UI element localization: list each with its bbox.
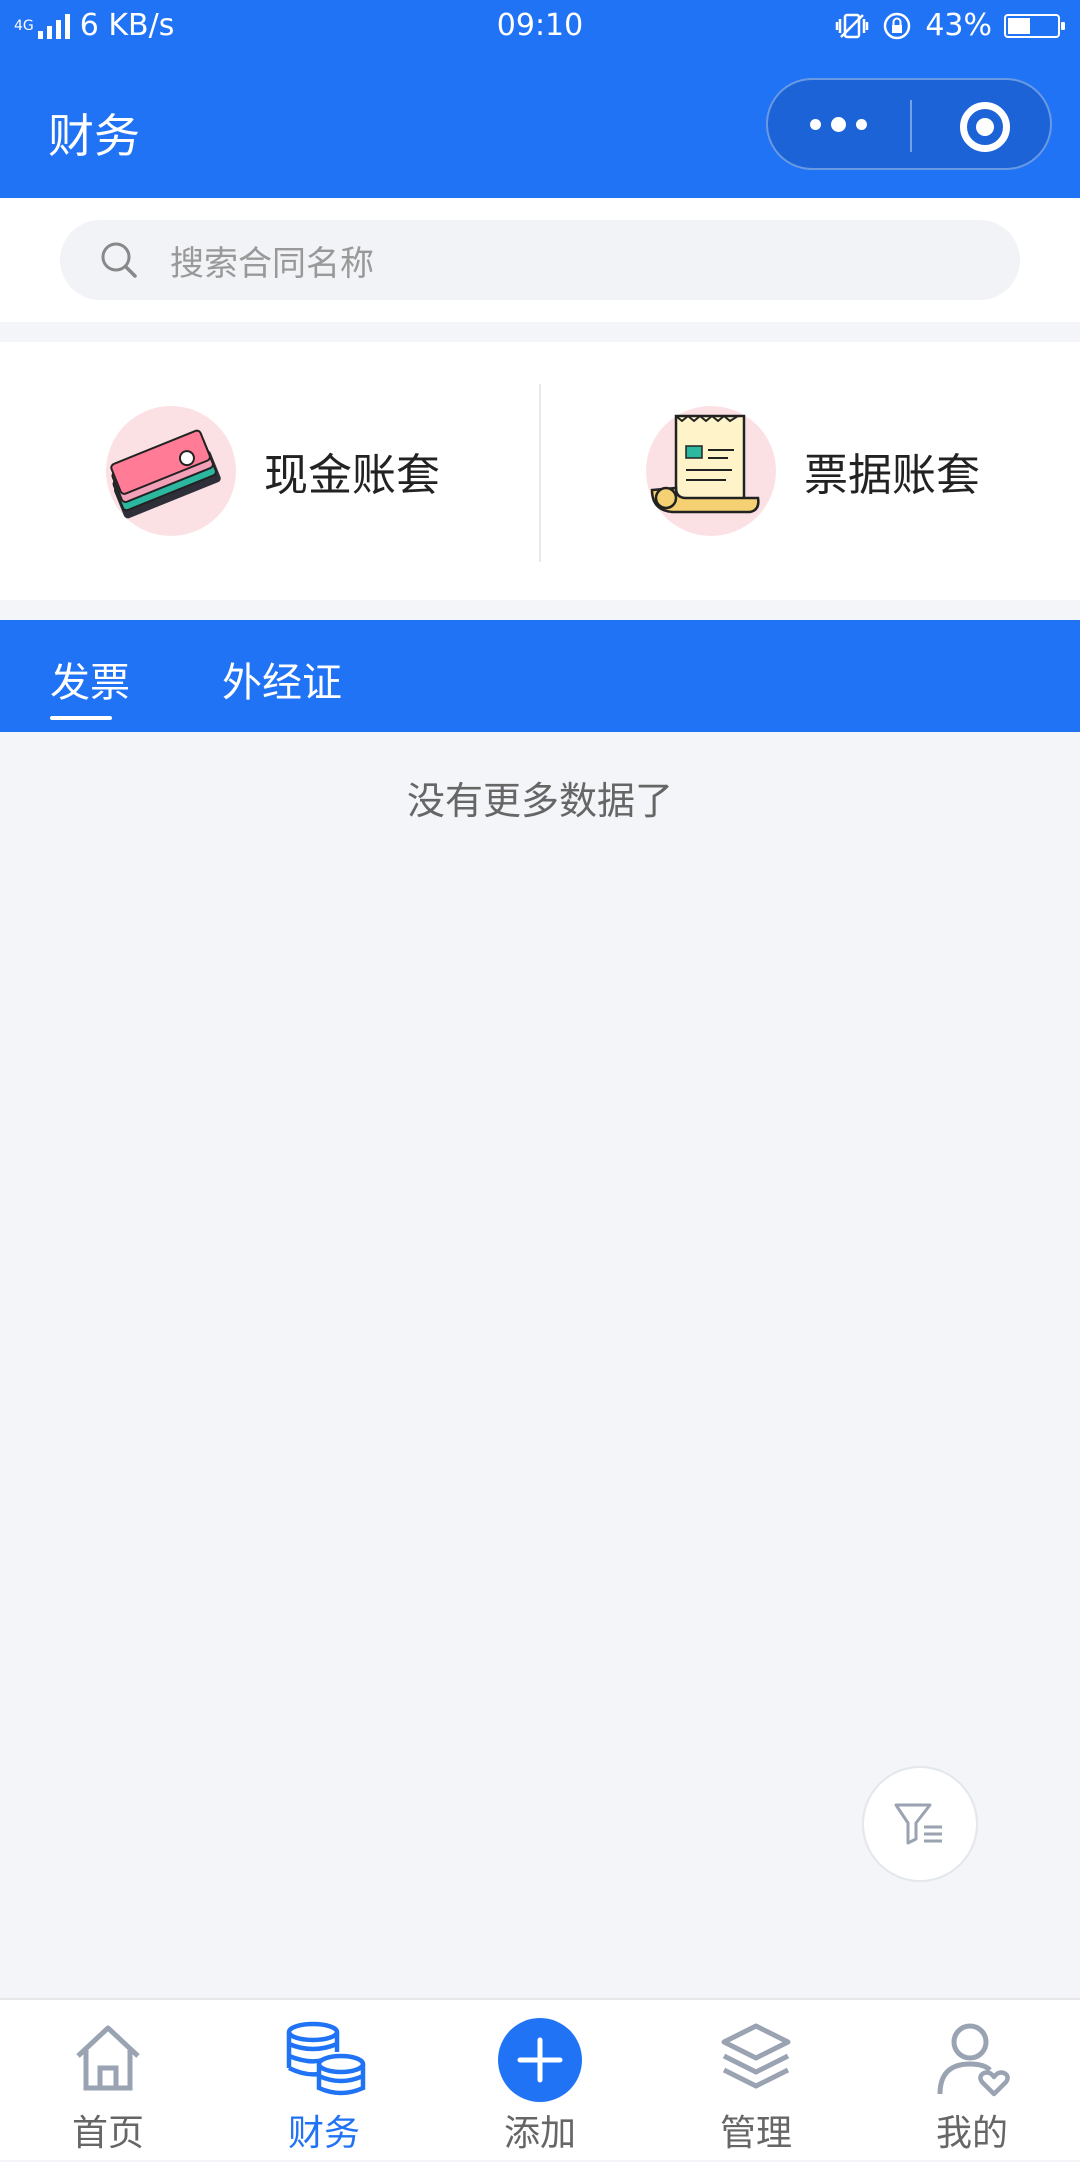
nav-finance-label: 财务 <box>287 2113 360 2154</box>
receipt-icon <box>646 406 776 536</box>
receipt-account-label: 票据账套 <box>804 450 980 501</box>
search-input[interactable]: 搜索合同名称 <box>60 220 1020 300</box>
home-icon <box>76 2025 140 2091</box>
rotation-lock-icon <box>884 12 911 39</box>
more-menu-button[interactable] <box>810 108 870 140</box>
nav-add[interactable]: 添加 <box>432 2000 648 2162</box>
nav-mine-label: 我的 <box>935 2113 1008 2154</box>
more-dot-icon <box>856 118 867 130</box>
vibrate-icon <box>836 13 869 38</box>
nav-mine[interactable]: 我的 <box>864 2000 1080 2162</box>
plus-icon <box>498 2018 582 2102</box>
cash-account-label: 现金账套 <box>264 450 440 501</box>
search-icon <box>101 242 137 278</box>
coins-icon <box>286 2021 366 2096</box>
search-section: 搜索合同名称 <box>0 198 1080 322</box>
tab-invoice[interactable]: 发票 <box>50 650 130 708</box>
tab-external-certificate[interactable]: 外经证 <box>222 650 342 708</box>
mini-program-capsule <box>766 78 1052 170</box>
nav-finance[interactable]: 财务 <box>216 2000 432 2162</box>
accounts-divider <box>539 384 541 562</box>
account-sets: 现金账套 票据账套 <box>0 342 1080 600</box>
tab-bar: 发票 外经证 <box>0 620 1080 732</box>
more-dot-icon <box>810 118 821 130</box>
layers-icon <box>721 2023 791 2089</box>
battery-percent: 43% <box>925 8 992 43</box>
empty-message: 没有更多数据了 <box>406 779 673 823</box>
nav-add-label: 添加 <box>503 2113 576 2154</box>
status-right: 43% <box>835 8 1065 43</box>
cash-account-set[interactable]: 现金账套 <box>106 342 536 600</box>
capsule-divider <box>910 100 912 152</box>
user-icon <box>937 2023 1010 2097</box>
nav-home-label: 首页 <box>71 2113 144 2154</box>
close-target-icon[interactable] <box>960 102 1010 152</box>
battery-icon <box>1004 13 1065 38</box>
app-header: 财务 <box>0 54 1080 198</box>
active-tab-indicator <box>50 716 112 720</box>
filter-icon <box>894 1803 942 1845</box>
page-title: 财务 <box>48 109 140 163</box>
receipt-account-set[interactable]: 票据账套 <box>646 342 1076 600</box>
nav-home[interactable]: 首页 <box>0 2000 216 2162</box>
status-bar: 4G 6 KB/s 09:10 43% <box>0 0 1080 54</box>
cash-stack-icon <box>106 406 236 536</box>
bottom-nav: 首页 财务 添加 管理 我的 <box>0 1998 1080 2160</box>
filter-button[interactable] <box>862 1766 978 1882</box>
search-placeholder: 搜索合同名称 <box>170 243 374 284</box>
nav-manage-label: 管理 <box>719 2113 792 2154</box>
more-dot-icon <box>831 116 846 132</box>
nav-manage[interactable]: 管理 <box>648 2000 864 2162</box>
